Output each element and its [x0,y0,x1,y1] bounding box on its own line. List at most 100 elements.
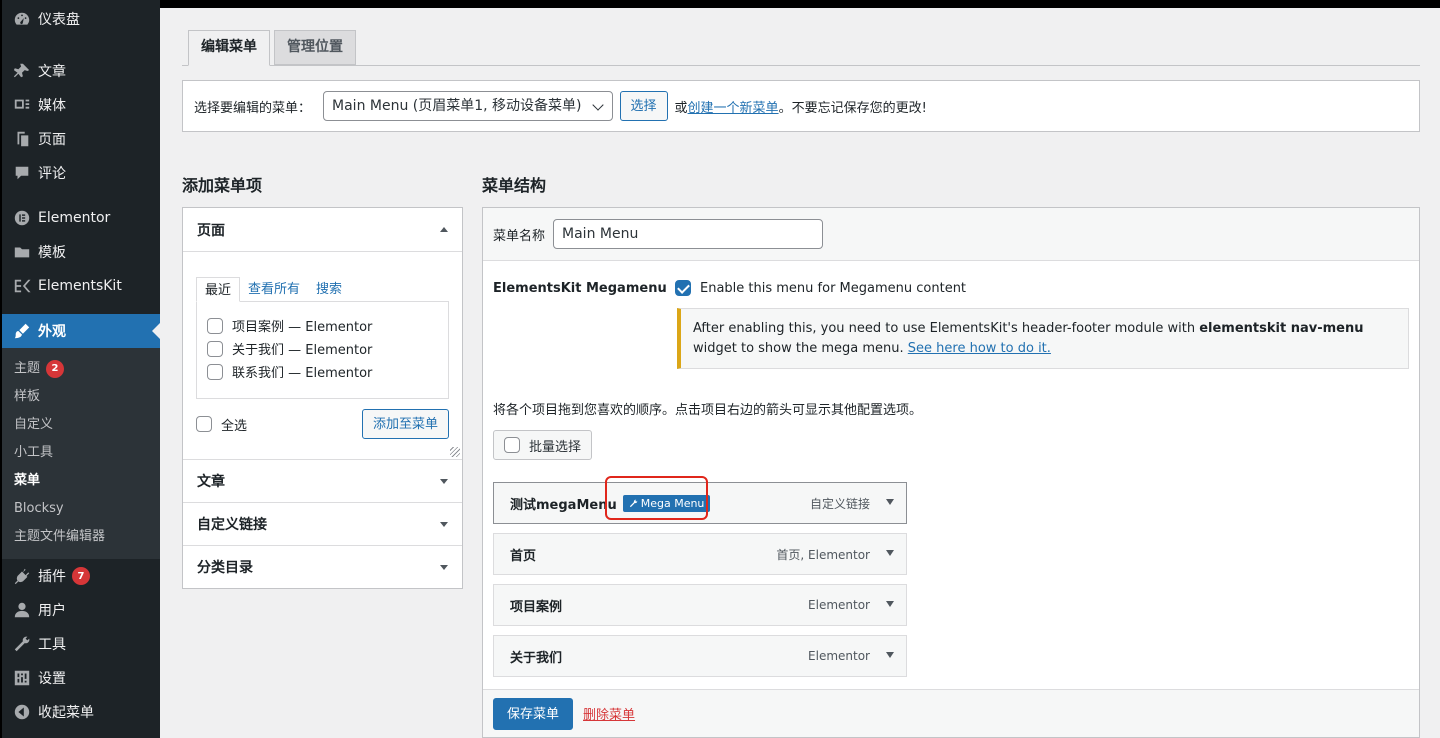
elementor-icon [12,208,32,228]
sub-blocksy[interactable]: Blocksy [2,495,160,523]
nav-elementskit[interactable]: ElementsKit [2,269,160,303]
ek-megamenu-row: ElementsKit Megamenu Enable this menu fo… [493,280,966,296]
drag-hint: 将各个项目拖到您喜欢的顺序。点击项目右边的箭头可显示其他配置选项。 [493,403,923,418]
folder-icon [12,242,32,262]
page-checkbox[interactable] [207,340,223,357]
pages-section-header[interactable]: 页面 [183,208,462,251]
tab-recent[interactable]: 最近 [196,277,241,302]
menu-select-dropdown[interactable]: Main Menu (页眉菜单1, 移动设备菜单) [323,91,613,121]
ek-megamenu-label: ElementsKit Megamenu [493,280,667,296]
save-menu-button[interactable]: 保存菜单 [493,697,574,730]
nav-appearance[interactable]: 外观 [2,314,160,348]
menu-structure-title: 菜单结构 [482,176,547,195]
menu-item-row[interactable]: 测试megaMenu Mega Menu 自定义链接 [493,482,907,524]
comment-icon [12,163,32,183]
mega-menu-badge[interactable]: Mega Menu [622,494,711,512]
posts-section-header[interactable]: 文章 [183,459,462,502]
ek-enable-label: Enable this menu for Megamenu content [700,280,967,296]
add-items-accordion: 页面 最近 查看所有 搜索 项目案例 — Elementor 关于我们 — El… [182,207,463,589]
add-to-menu-button[interactable]: 添加至菜单 [361,409,449,439]
menu-name-input[interactable]: Main Menu [553,219,824,249]
tab-manage-locations[interactable]: 管理位置 [274,30,356,65]
bulk-select-button[interactable]: 批量选择 [493,430,593,460]
user-icon [12,600,32,620]
plugins-update-badge: 7 [72,567,90,585]
item-toggle-arrow-icon[interactable] [886,499,894,505]
sub-widgets[interactable]: 小工具 [2,439,160,467]
nav-settings[interactable]: 设置 [2,661,160,695]
expand-arrow-icon [440,521,448,527]
nav-comments[interactable]: 评论 [2,156,160,190]
page-checkbox[interactable] [207,363,223,380]
expand-arrow-icon [440,478,448,484]
list-item: 关于我们 — Elementor [207,337,438,360]
menu-structure-panel: 菜单名称 Main Menu ElementsKit Megamenu Enab… [482,207,1420,738]
nav-templates[interactable]: 模板 [2,235,160,269]
admin-sidebar: 仪表盘 文章 媒体 页面 评论 Elementor 模板 ElementsKit… [0,0,160,738]
item-toggle-arrow-icon[interactable] [886,652,894,658]
nav-plugins[interactable]: 插件 7 [2,559,160,593]
expand-arrow-icon [440,564,448,570]
pages-inner-tabs: 最近 查看所有 搜索 [196,277,449,302]
menu-select-bar: 选择要编辑的菜单： Main Menu (页眉菜单1, 移动设备菜单) 选择 或… [182,80,1420,132]
settings-icon [12,668,32,688]
sub-themes[interactable]: 主题 2 [2,355,160,383]
nav-dashboard[interactable]: 仪表盘 [2,0,160,38]
nav-tools[interactable]: 工具 [2,627,160,661]
ek-notice: After enabling this, you need to use Ele… [677,308,1409,369]
add-items-title: 添加菜单项 [182,176,263,195]
menu-name-label: 菜单名称 [493,228,546,244]
tab-edit-menus[interactable]: 编辑菜单 [188,30,270,66]
item-toggle-arrow-icon[interactable] [886,550,894,556]
custom-links-section-header[interactable]: 自定义链接 [183,502,462,545]
select-all-row: 全选 [196,413,247,436]
nav-pages[interactable]: 页面 [2,122,160,156]
nav-elementor[interactable]: Elementor [2,201,160,235]
brush-icon [12,321,32,341]
select-all-checkbox[interactable] [196,416,212,432]
wrench-icon [629,499,637,507]
collapse-icon [12,702,32,722]
menu-item-row[interactable]: 项目案例 Elementor [493,584,907,626]
menu-footer: 保存菜单 删除菜单 [483,689,1419,737]
menu-item-row[interactable]: 关于我们 Elementor [493,635,907,677]
bulk-select-checkbox [504,437,520,453]
menu-name-row: 菜单名称 Main Menu [483,208,1419,261]
ek-enable-checkbox[interactable] [675,280,691,296]
main-content: 编辑菜单 管理位置 选择要编辑的菜单： Main Menu (页眉菜单1, 移动… [160,8,1440,738]
list-item: 联系我们 — Elementor [207,360,438,383]
appearance-submenu: 主题 2 样板 自定义 小工具 菜单 Blocksy 主题文件编辑器 [2,348,160,559]
pages-section-body: 最近 查看所有 搜索 项目案例 — Elementor 关于我们 — Eleme… [183,251,462,459]
page-checkbox[interactable] [207,317,223,334]
wrench-icon [12,634,32,654]
menu-select-label: 选择要编辑的菜单： [194,100,312,116]
pages-checklist: 项目案例 — Elementor 关于我们 — Elementor 联系我们 —… [196,301,449,399]
nav-posts[interactable]: 文章 [2,54,160,88]
nav-users[interactable]: 用户 [2,593,160,627]
categories-section-header[interactable]: 分类目录 [183,545,462,588]
collapse-arrow-icon [440,227,448,232]
themes-update-badge: 2 [46,360,65,378]
nav-media[interactable]: 媒体 [2,88,160,122]
elementskit-icon [12,276,32,296]
media-icon [12,95,32,115]
page-icon [12,129,32,149]
item-toggle-arrow-icon[interactable] [886,601,894,607]
tab-view-all[interactable]: 查看所有 [240,277,308,302]
menu-item-row[interactable]: 首页 首页, Elementor [493,533,907,575]
dashboard-icon [12,9,32,29]
select-menu-button[interactable]: 选择 [619,91,668,121]
resize-grip-icon[interactable] [450,447,460,457]
delete-menu-link[interactable]: 删除菜单 [583,704,635,723]
tab-search[interactable]: 搜索 [308,277,350,302]
nav-tabs: 编辑菜单 管理位置 [182,22,1420,66]
sub-menus[interactable]: 菜单 [2,467,160,495]
ek-howto-link[interactable]: See here how to do it. [908,341,1051,356]
nav-collapse[interactable]: 收起菜单 [2,695,160,729]
sub-theme-editor[interactable]: 主题文件编辑器 [2,523,160,551]
sub-customize[interactable]: 自定义 [2,411,160,439]
create-menu-link[interactable]: 创建一个新菜单 [688,97,779,116]
sub-patterns[interactable]: 样板 [2,383,160,411]
plugin-icon [12,566,32,586]
list-item: 项目案例 — Elementor [207,314,438,337]
